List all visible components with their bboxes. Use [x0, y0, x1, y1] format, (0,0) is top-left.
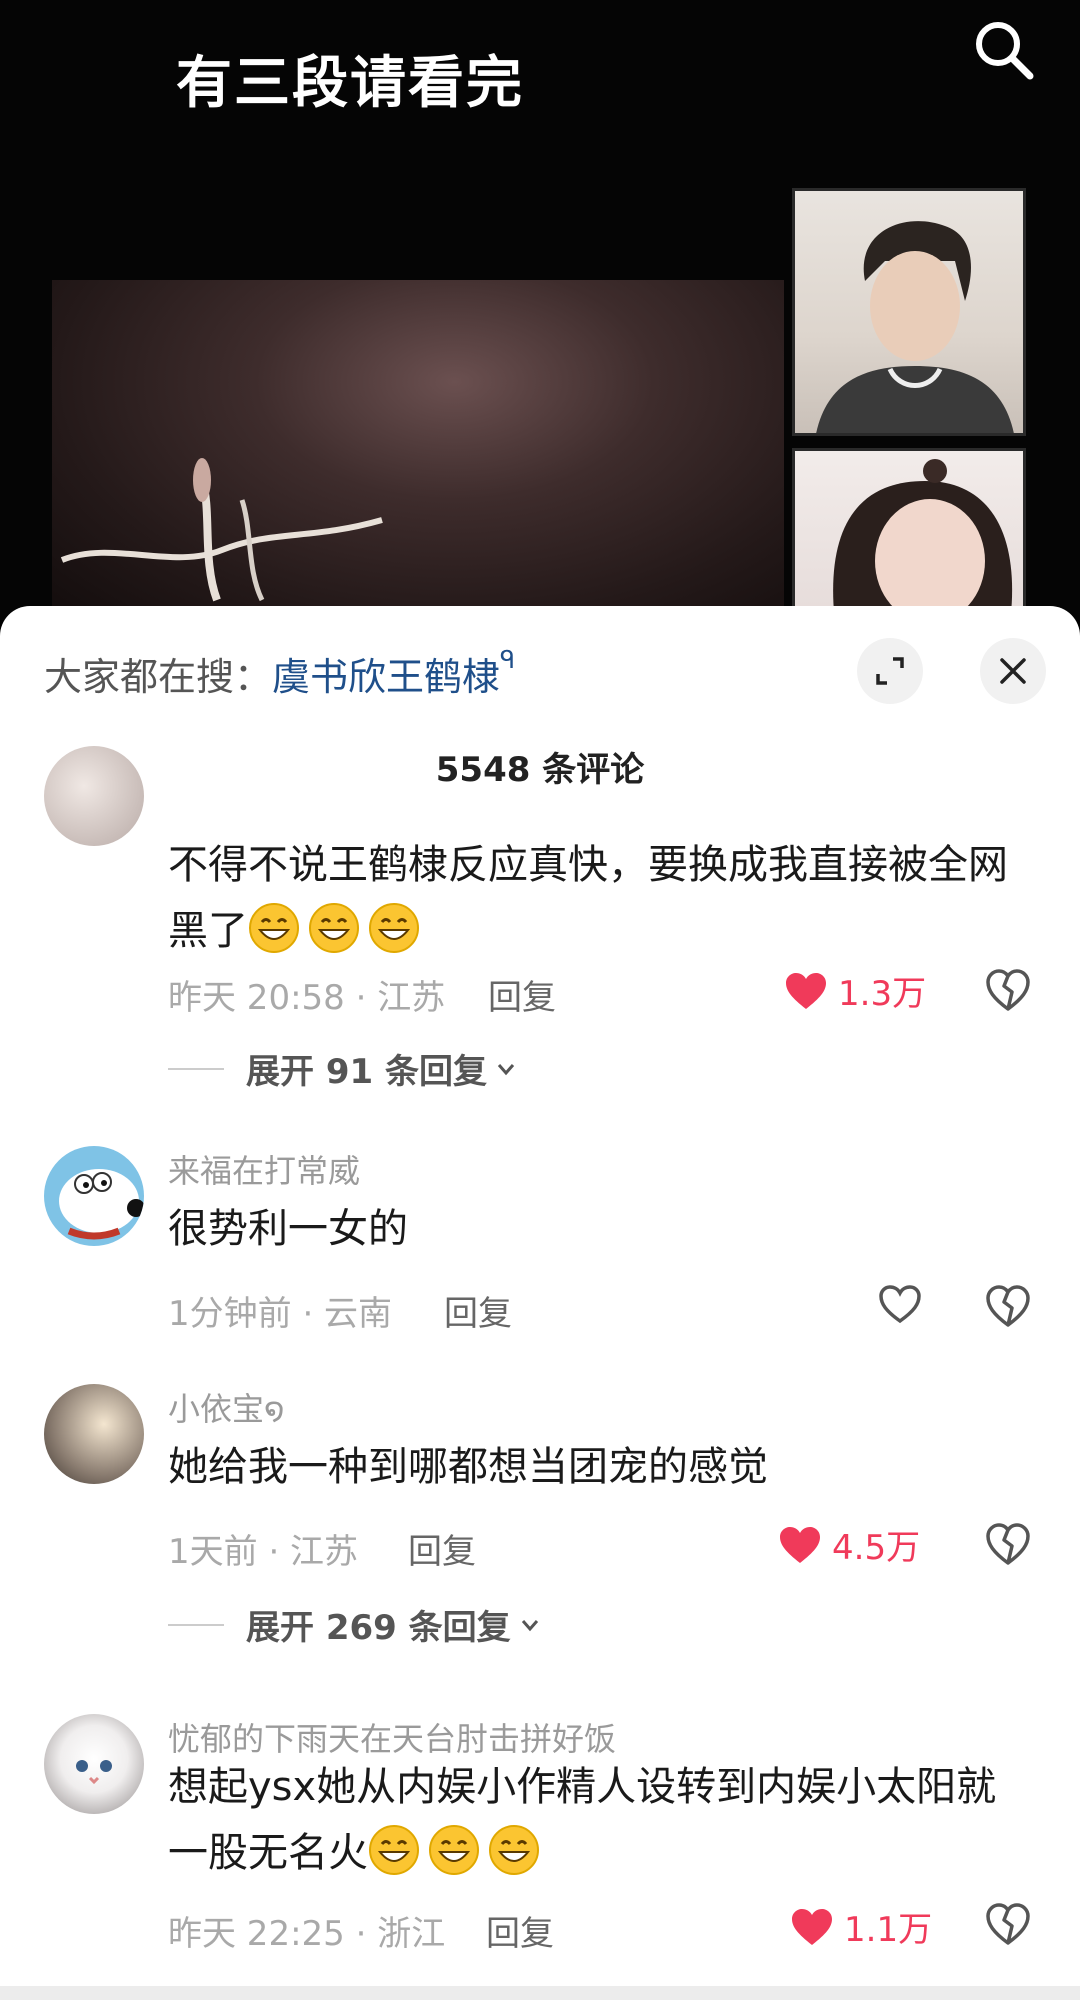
comment-meta: 昨天 20:58 · 江苏	[168, 978, 446, 1018]
grin-emoji-group	[368, 1825, 548, 1876]
username[interactable]: 来福在打常威	[168, 1146, 360, 1192]
grin-emoji-icon	[369, 903, 419, 953]
video-main-frame	[52, 280, 784, 620]
expand-replies[interactable]: 展开 91 条回复	[168, 1044, 517, 1093]
reply-button[interactable]: 回复	[488, 970, 556, 1019]
like-button[interactable]: 4.5万	[778, 1520, 920, 1569]
like-count: 1.1万	[844, 1910, 933, 1950]
live-guest-cam-male	[792, 188, 1026, 436]
trending-search-icon: ᑫ	[500, 646, 516, 674]
trending-keyword[interactable]: 虞书欣王鹤棣	[272, 655, 500, 699]
comment-text: 不得不说王鹤棣反应真快，要换成我直接被全网黑了	[168, 842, 1008, 954]
grin-emoji-icon	[249, 903, 299, 953]
trending-prefix: 大家都在搜：	[44, 655, 273, 699]
username[interactable]: 小依宝໑	[168, 1384, 285, 1430]
like-count: 1.3万	[838, 974, 927, 1014]
comment-input-bar[interactable]	[0, 1986, 1080, 2000]
divider	[168, 1623, 224, 1626]
grin-emoji-icon	[369, 1825, 419, 1875]
avatar[interactable]	[44, 746, 144, 846]
dislike-icon[interactable]	[984, 1282, 1032, 1330]
heart-outline-icon	[879, 1285, 921, 1324]
chevron-down-icon	[497, 1063, 515, 1075]
grin-emoji-group	[248, 903, 428, 954]
heart-filled-icon	[792, 1908, 832, 1945]
expand-replies[interactable]: 展开 269 条回复	[168, 1600, 541, 1649]
search-icon[interactable]	[970, 16, 1040, 86]
like-count: 4.5万	[832, 1528, 921, 1568]
video-player[interactable]: 有三段请看完	[0, 0, 1080, 620]
reply-button[interactable]: 回复	[486, 1906, 554, 1955]
video-caption: 有三段请看完	[176, 51, 524, 116]
heart-filled-icon	[780, 1526, 820, 1563]
grin-emoji-icon	[489, 1825, 539, 1875]
grin-emoji-icon	[429, 1825, 479, 1875]
avatar[interactable]	[44, 1714, 144, 1814]
comment-sheet: 大家都在搜：虞书欣王鹤棣ᑫ 5548 条评论 不得不说王鹤棣反应真快，要换成我直…	[0, 606, 1080, 2000]
comment-count: 5548 条评论	[435, 750, 645, 790]
like-button[interactable]	[878, 1284, 932, 1324]
comment-text: 很势利一女的	[168, 1206, 408, 1252]
reply-button[interactable]: 回复	[408, 1524, 476, 1573]
trending-search[interactable]: 大家都在搜：虞书欣王鹤棣ᑫ	[44, 646, 515, 701]
avatar[interactable]	[44, 1146, 144, 1246]
comment-meta: 1分钟前 · 云南	[168, 1294, 393, 1334]
live-guest-cam-female	[792, 448, 1026, 620]
expand-icon	[876, 657, 904, 685]
light-scribble	[60, 458, 383, 602]
reply-button[interactable]: 回复	[444, 1286, 512, 1335]
comment-meta: 昨天 22:25 · 浙江	[168, 1914, 446, 1954]
comment-meta: 1天前 · 江苏	[168, 1532, 359, 1572]
comment-text: 她给我一种到哪都想当团宠的感觉	[168, 1444, 768, 1490]
chevron-down-icon	[521, 1619, 538, 1631]
close-icon	[1000, 658, 1026, 684]
heart-filled-icon	[786, 972, 826, 1009]
close-button[interactable]	[980, 638, 1046, 704]
divider	[168, 1067, 224, 1070]
comment-text: 想起ysx她从内娱小作精人设转到内娱小太阳就一股无名火	[168, 1764, 997, 1876]
grin-emoji-icon	[309, 903, 359, 953]
dislike-icon[interactable]	[984, 966, 1032, 1014]
like-button[interactable]: 1.1万	[790, 1902, 932, 1951]
fullscreen-button[interactable]	[857, 638, 923, 704]
dislike-icon[interactable]	[984, 1520, 1032, 1568]
avatar[interactable]	[44, 1384, 144, 1484]
like-button[interactable]: 1.3万	[784, 966, 926, 1015]
dislike-icon[interactable]	[984, 1900, 1032, 1948]
